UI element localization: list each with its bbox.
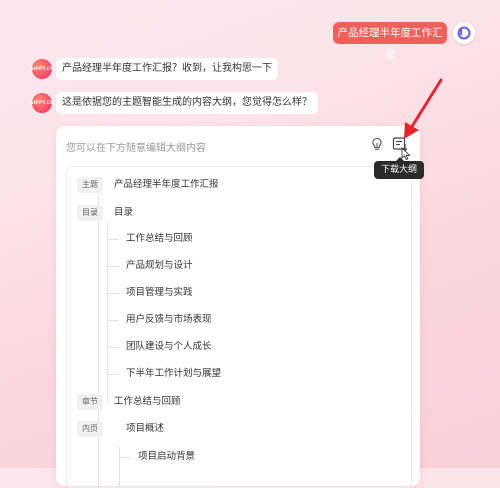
lightbulb-icon[interactable] xyxy=(370,137,384,151)
outline-row-toc[interactable]: 目录 目录 xyxy=(67,203,411,223)
bot-message-bubble: 这是依据您的主题智能生成的内容大纲，您觉得怎么样？ xyxy=(56,92,318,114)
toc-item[interactable]: 工作总结与回顾 xyxy=(67,229,411,249)
outline-row-sub[interactable]: 项目启动背景 xyxy=(67,447,411,467)
toc-item[interactable]: 下半年工作计划与展望 xyxy=(67,364,411,384)
user-avatar[interactable] xyxy=(453,22,475,44)
topic-text[interactable]: 产品经理半年度工作汇报 xyxy=(114,175,219,195)
page-tag: 内页 xyxy=(77,421,103,437)
outline-tree: 主题 产品经理半年度工作汇报 目录 目录 工作总结与回顾 产品规划与设计 项目管… xyxy=(66,166,412,488)
bot-message-bubble: 产品经理半年度工作汇报？收到，让我构思一下 xyxy=(56,58,278,80)
outline-row-page[interactable]: 内页 项目概述 xyxy=(67,419,411,439)
toc-item-text[interactable]: 工作总结与回顾 xyxy=(126,229,193,249)
bot-avatar: AIPPT.CN xyxy=(29,59,55,79)
user-message-bubble: 产品经理半年度工作汇报 xyxy=(333,22,447,61)
chapter-tag: 章节 xyxy=(77,394,103,410)
sub-item-text[interactable]: 项目启动背景 xyxy=(138,447,195,467)
toc-item-text[interactable]: 项目管理与实践 xyxy=(126,283,193,303)
toc-item[interactable]: 产品规划与设计 xyxy=(67,256,411,276)
chapter-text[interactable]: 工作总结与回顾 xyxy=(114,392,181,412)
bot-logo-text: AIPPT.CN xyxy=(29,100,55,106)
toc-item-text[interactable]: 团队建设与个人成长 xyxy=(126,337,212,357)
toc-item[interactable]: 项目管理与实践 xyxy=(67,283,411,303)
mouse-cursor-icon xyxy=(401,147,411,161)
user-avatar-icon xyxy=(457,26,471,40)
toc-tag: 目录 xyxy=(77,205,103,221)
bot-avatar: AIPPT.CN xyxy=(29,93,55,113)
toc-item[interactable]: 团队建设与个人成长 xyxy=(67,337,411,357)
page-text[interactable]: 项目概述 xyxy=(126,419,164,439)
edit-hint: 您可以在下方随意编辑大纲内容 xyxy=(66,143,206,154)
outline-row-topic[interactable]: 主题 产品经理半年度工作汇报 xyxy=(67,175,411,195)
outline-row-chapter[interactable]: 章节 工作总结与回顾 xyxy=(67,392,411,412)
download-tooltip: 下载大纲 xyxy=(374,157,424,179)
toc-item-text[interactable]: 下半年工作计划与展望 xyxy=(126,364,221,384)
toc-text[interactable]: 目录 xyxy=(114,203,133,223)
topic-tag: 主题 xyxy=(77,177,103,193)
toc-item-text[interactable]: 产品规划与设计 xyxy=(126,256,193,276)
bot-logo-text: AIPPT.CN xyxy=(29,66,55,72)
outline-panel: 您可以在下方随意编辑大纲内容 主题 产品经理半年度工作汇报 目录 目录 工作总结… xyxy=(56,126,420,488)
toc-item[interactable]: 用户反馈与市场表现 xyxy=(67,310,411,330)
toc-item-text[interactable]: 用户反馈与市场表现 xyxy=(126,310,212,330)
